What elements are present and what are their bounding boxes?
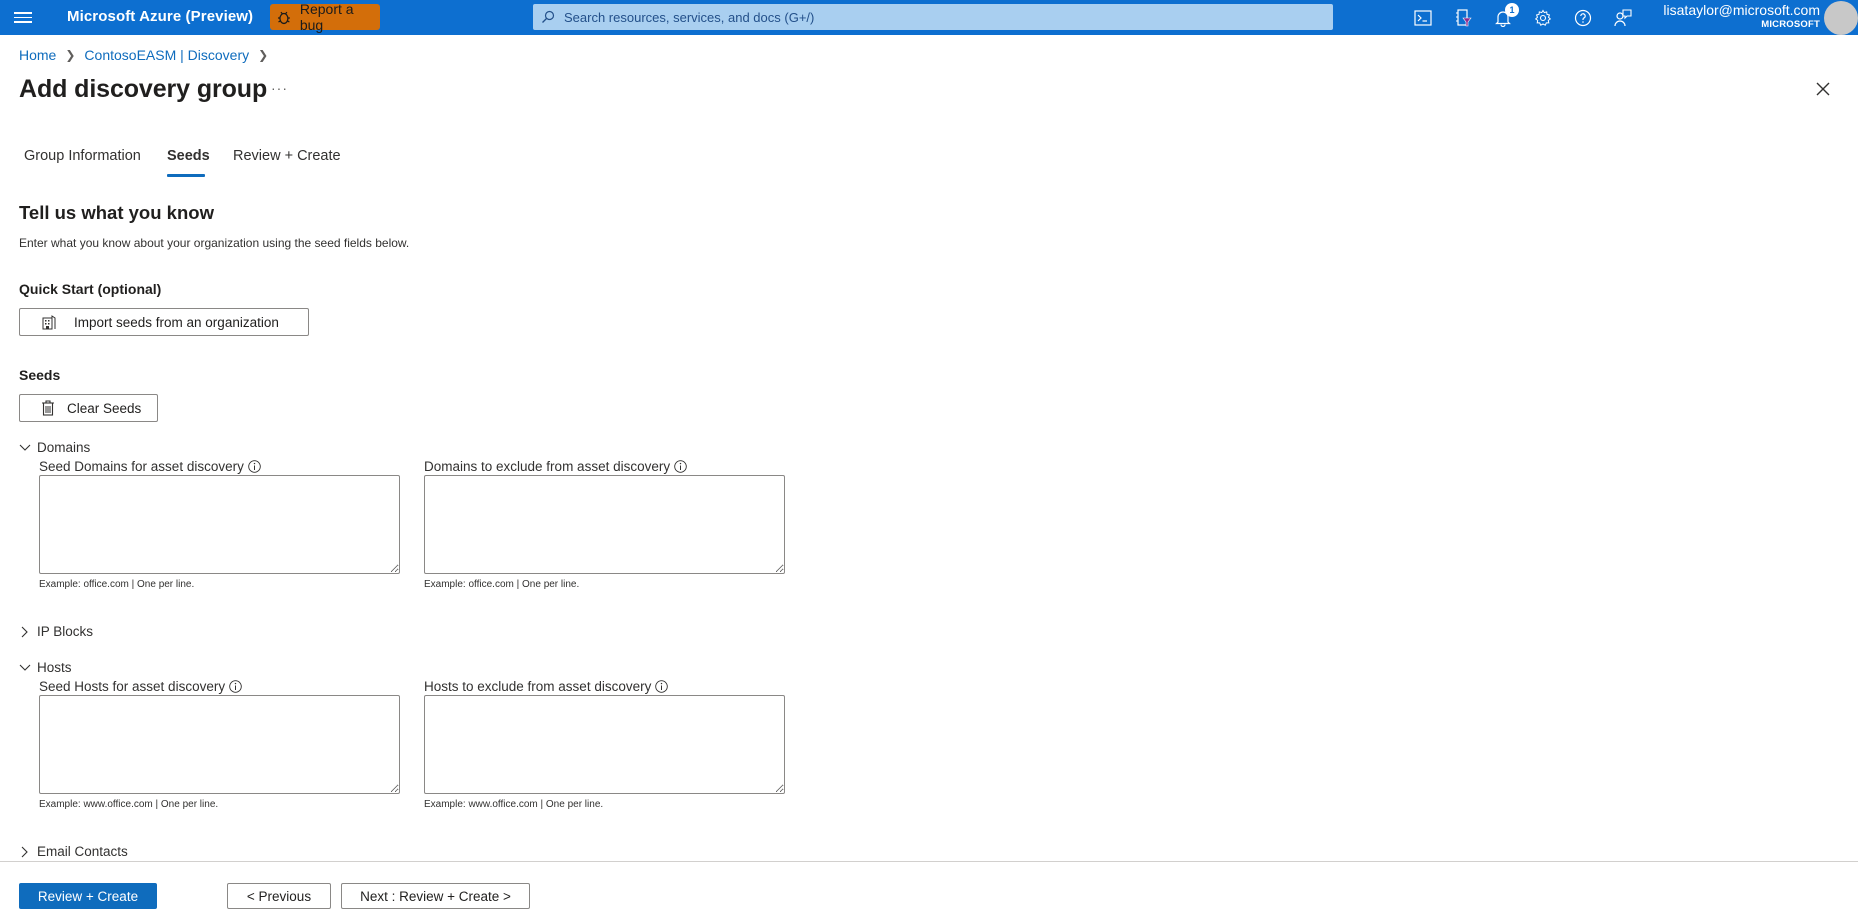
hosts-section-label: Hosts bbox=[37, 660, 72, 675]
exclude-domains-example: Example: office.com | One per line. bbox=[424, 579, 580, 590]
report-bug-label: Report a bug bbox=[299, 1, 354, 33]
close-icon[interactable] bbox=[1814, 80, 1832, 98]
chevron-right-icon: ❯ bbox=[65, 48, 76, 62]
next-button[interactable]: Next : Review + Create > bbox=[341, 883, 530, 909]
previous-button[interactable]: < Previous bbox=[227, 883, 331, 909]
exclude-domains-label-text: Domains to exclude from asset discovery bbox=[424, 459, 671, 474]
breadcrumb-home[interactable]: Home bbox=[19, 47, 56, 63]
email-contacts-section-label: Email Contacts bbox=[37, 844, 128, 859]
chevron-down-icon bbox=[19, 444, 31, 451]
exclude-domains-input[interactable] bbox=[424, 475, 785, 574]
section-description: Enter what you know about your organizat… bbox=[19, 236, 410, 250]
bug-icon bbox=[277, 11, 290, 25]
building-icon bbox=[42, 315, 56, 330]
hamburger-menu-icon[interactable] bbox=[14, 9, 32, 25]
top-navigation-bar: Microsoft Azure (Preview) Report a bug S… bbox=[0, 0, 1858, 35]
more-options-button[interactable]: ··· bbox=[271, 80, 288, 96]
hosts-section-toggle[interactable]: Hosts bbox=[19, 660, 72, 675]
clear-seeds-button[interactable]: Clear Seeds bbox=[19, 394, 158, 422]
notification-count-badge: 1 bbox=[1505, 3, 1519, 17]
import-seeds-label: Import seeds from an organization bbox=[74, 314, 279, 330]
email-contacts-section-toggle[interactable]: Email Contacts bbox=[19, 844, 128, 859]
active-tab-indicator bbox=[167, 174, 205, 177]
seed-domains-example: Example: office.com | One per line. bbox=[39, 579, 195, 590]
search-icon bbox=[542, 10, 555, 23]
info-icon[interactable] bbox=[229, 680, 242, 693]
user-email: lisataylor@microsoft.com bbox=[1663, 2, 1820, 18]
chevron-down-icon bbox=[19, 664, 31, 671]
seed-domains-label: Seed Domains for asset discovery bbox=[39, 459, 261, 474]
info-icon[interactable] bbox=[248, 460, 261, 473]
seeds-heading: Seeds bbox=[19, 367, 61, 383]
seed-domains-label-text: Seed Domains for asset discovery bbox=[39, 459, 244, 474]
info-icon[interactable] bbox=[674, 460, 687, 473]
page-title: Add discovery group bbox=[19, 75, 268, 103]
feedback-icon[interactable] bbox=[1612, 7, 1634, 29]
review-create-button[interactable]: Review + Create bbox=[19, 883, 157, 909]
seed-hosts-example: Example: www.office.com | One per line. bbox=[39, 799, 219, 810]
seed-hosts-label-text: Seed Hosts for asset discovery bbox=[39, 679, 226, 694]
exclude-hosts-example: Example: www.office.com | One per line. bbox=[424, 799, 604, 810]
search-placeholder: Search resources, services, and docs (G+… bbox=[564, 9, 815, 25]
user-organization: MICROSOFT bbox=[1761, 19, 1820, 30]
chevron-right-icon bbox=[21, 846, 28, 857]
trash-icon bbox=[42, 400, 54, 416]
tab-seeds[interactable]: Seeds bbox=[167, 148, 210, 164]
info-icon[interactable] bbox=[655, 680, 669, 693]
clear-seeds-label: Clear Seeds bbox=[67, 400, 142, 416]
section-heading: Tell us what you know bbox=[19, 202, 214, 223]
settings-icon[interactable] bbox=[1532, 7, 1554, 29]
ip-blocks-section-toggle[interactable]: IP Blocks bbox=[19, 624, 93, 639]
help-icon[interactable] bbox=[1572, 7, 1594, 29]
portal-brand[interactable]: Microsoft Azure (Preview) bbox=[67, 8, 253, 25]
exclude-hosts-label: Hosts to exclude from asset discovery bbox=[424, 679, 669, 694]
ip-blocks-section-label: IP Blocks bbox=[37, 624, 94, 639]
account-menu[interactable]: lisataylor@microsoft.com MICROSOFT bbox=[1663, 2, 1820, 31]
seed-hosts-label: Seed Hosts for asset discovery bbox=[39, 679, 242, 694]
breadcrumb: Home ❯ ContosoEASM | Discovery ❯ bbox=[19, 47, 277, 63]
tab-review-create[interactable]: Review + Create bbox=[233, 148, 341, 164]
report-bug-button[interactable]: Report a bug bbox=[270, 1, 380, 33]
footer-divider bbox=[0, 861, 1858, 862]
directory-filter-icon[interactable] bbox=[1452, 7, 1474, 29]
exclude-domains-label: Domains to exclude from asset discovery bbox=[424, 459, 687, 474]
chevron-right-icon bbox=[21, 626, 28, 637]
domains-section-toggle[interactable]: Domains bbox=[19, 440, 90, 455]
global-search-input[interactable]: Search resources, services, and docs (G+… bbox=[533, 4, 1333, 30]
seed-hosts-input[interactable] bbox=[39, 695, 400, 794]
chevron-right-icon: ❯ bbox=[258, 48, 269, 62]
cloud-shell-icon[interactable] bbox=[1412, 7, 1434, 29]
tab-group-information[interactable]: Group Information bbox=[24, 148, 141, 164]
seed-domains-input[interactable] bbox=[39, 475, 400, 574]
exclude-hosts-input[interactable] bbox=[424, 695, 785, 794]
quick-start-heading: Quick Start (optional) bbox=[19, 281, 162, 297]
exclude-hosts-label-text: Hosts to exclude from asset discovery bbox=[424, 679, 652, 694]
breadcrumb-discovery[interactable]: ContosoEASM | Discovery bbox=[84, 47, 249, 63]
domains-section-label: Domains bbox=[37, 440, 91, 455]
avatar[interactable] bbox=[1824, 1, 1858, 35]
import-seeds-button[interactable]: Import seeds from an organization bbox=[19, 308, 309, 336]
